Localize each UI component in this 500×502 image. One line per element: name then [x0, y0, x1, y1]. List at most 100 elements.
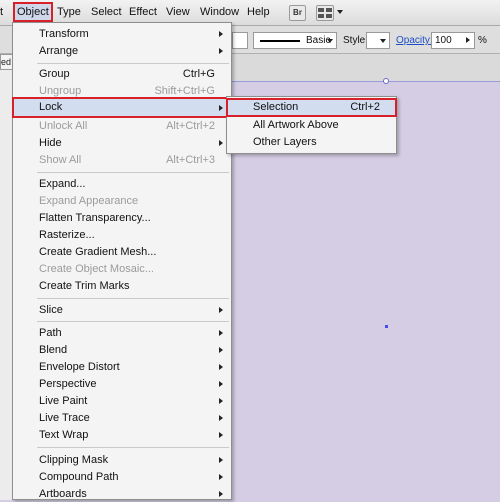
selection-center-point — [385, 325, 388, 328]
chevron-right-icon[interactable] — [466, 37, 470, 43]
menu-item-shortcut: Ctrl+G — [182, 68, 215, 80]
menu-item-lock[interactable]: Lock — [12, 97, 232, 118]
opacity-value: 100 — [435, 35, 452, 46]
menu-item-expand-appearance: Expand Appearance — [13, 193, 231, 209]
menu-item-label: Rasterize... — [39, 229, 95, 241]
stroke-weight-dropdown[interactable] — [232, 32, 248, 49]
menu-window[interactable]: Window — [200, 6, 239, 18]
submenu-item-label: Other Layers — [253, 136, 317, 148]
menu-item-label: Live Paint — [39, 395, 88, 407]
menu-item-show-all: Show All Alt+Ctrl+3 — [13, 152, 231, 168]
style-label: Style: — [343, 35, 369, 46]
submenu-arrow-icon — [219, 105, 223, 111]
menu-separator — [37, 172, 229, 173]
submenu-arrow-icon — [219, 307, 223, 313]
submenu-arrow-icon — [219, 432, 223, 438]
menu-object[interactable]: Object — [13, 2, 53, 22]
submenu-item-selection[interactable]: Selection Ctrl+2 — [226, 98, 397, 117]
submenu-arrow-icon — [219, 347, 223, 353]
arrange-documents-icon[interactable] — [316, 5, 334, 21]
submenu-item-label: Selection — [253, 101, 299, 113]
menu-type[interactable]: Type — [57, 6, 81, 18]
menu-item-label: Expand Appearance — [39, 195, 139, 207]
menu-item-path[interactable]: Path — [13, 325, 231, 341]
submenu-item-other-layers[interactable]: Other Layers — [227, 134, 396, 151]
menu-item-label: Lock — [39, 101, 63, 113]
menu-partial-item[interactable]: t — [0, 6, 3, 18]
menu-item-label: Ungroup — [39, 85, 82, 97]
menu-item-clipping-mask[interactable]: Clipping Mask — [13, 452, 231, 468]
pasteboard — [232, 54, 500, 82]
menu-item-label: Expand... — [39, 178, 86, 190]
menu-item-live-trace[interactable]: Live Trace — [13, 410, 231, 426]
menu-separator — [37, 447, 229, 448]
menu-item-perspective[interactable]: Perspective — [13, 376, 231, 392]
submenu-item-shortcut: Ctrl+2 — [350, 101, 380, 113]
menu-item-create-object-mosaic: Create Object Mosaic... — [13, 261, 231, 277]
menu-item-label: Group — [39, 68, 70, 80]
menu-item-label: Live Trace — [39, 412, 90, 424]
percent-sign: % — [478, 35, 487, 46]
menu-item-group[interactable]: Group Ctrl+G — [13, 66, 231, 82]
menu-help[interactable]: Help — [247, 6, 270, 18]
menu-item-flatten-transparency[interactable]: Flatten Transparency... — [13, 210, 231, 226]
stroke-line-preview — [260, 40, 300, 42]
selection-handle[interactable] — [383, 78, 389, 84]
menu-item-label: Create Gradient Mesh... — [39, 246, 157, 258]
menu-item-compound-path[interactable]: Compound Path — [13, 469, 231, 485]
workspace-dropdown-icon[interactable] — [337, 10, 343, 14]
menu-item-label: Hide — [39, 137, 62, 149]
bridge-label: Br — [293, 8, 302, 17]
submenu-arrow-icon — [219, 48, 223, 54]
submenu-arrow-icon — [219, 381, 223, 387]
artboard-edge — [232, 81, 500, 82]
menu-item-label: Flatten Transparency... — [39, 212, 151, 224]
menu-item-label: Slice — [39, 304, 63, 316]
opacity-input[interactable]: 100 — [431, 32, 475, 49]
menu-item-label: Blend — [39, 344, 68, 356]
menu-item-envelope-distort[interactable]: Envelope Distort — [13, 359, 231, 375]
menu-item-label: Unlock All — [39, 120, 88, 132]
menu-item-label: Compound Path — [39, 471, 119, 483]
menu-item-ungroup: Ungroup Shift+Ctrl+G — [13, 83, 231, 99]
menu-item-text-wrap[interactable]: Text Wrap — [13, 427, 231, 443]
document-tab-label: ed — [1, 57, 12, 67]
menu-item-label: Transform — [39, 28, 89, 40]
menu-item-blend[interactable]: Blend — [13, 342, 231, 358]
menu-item-rasterize[interactable]: Rasterize... — [13, 227, 231, 243]
menu-item-create-gradient-mesh[interactable]: Create Gradient Mesh... — [13, 244, 231, 260]
bridge-button[interactable]: Br — [289, 5, 306, 21]
menu-item-live-paint[interactable]: Live Paint — [13, 393, 231, 409]
menu-separator — [37, 63, 229, 64]
submenu-arrow-icon — [219, 474, 223, 480]
submenu-item-all-artwork-above[interactable]: All Artwork Above — [227, 117, 396, 134]
chevron-down-icon — [327, 39, 333, 43]
menu-item-create-trim-marks[interactable]: Create Trim Marks — [13, 278, 231, 294]
menu-item-label: Envelope Distort — [39, 361, 120, 373]
menu-item-label: Text Wrap — [39, 429, 89, 441]
menu-select[interactable]: Select — [91, 6, 122, 18]
menu-item-arrange[interactable]: Arrange — [13, 43, 231, 59]
menu-item-transform[interactable]: Transform — [13, 26, 231, 42]
graphic-style-dropdown[interactable] — [366, 32, 390, 49]
menu-item-label: Create Trim Marks — [39, 280, 130, 292]
lock-submenu: Selection Ctrl+2 All Artwork Above Other … — [226, 96, 397, 154]
left-panel-strip — [0, 54, 12, 500]
submenu-item-label: All Artwork Above — [253, 119, 339, 131]
menu-item-hide[interactable]: Hide — [13, 135, 231, 151]
menu-item-slice[interactable]: Slice — [13, 302, 231, 318]
submenu-arrow-icon — [219, 457, 223, 463]
menu-item-shortcut: Alt+Ctrl+3 — [166, 154, 215, 166]
submenu-arrow-icon — [219, 415, 223, 421]
submenu-arrow-icon — [219, 140, 223, 146]
menu-item-label: Arrange — [39, 45, 79, 57]
opacity-link[interactable]: Opacity: — [396, 35, 433, 46]
menu-item-shortcut: Shift+Ctrl+G — [154, 85, 215, 97]
menu-item-label: Perspective — [39, 378, 97, 390]
submenu-arrow-icon — [219, 491, 223, 497]
stroke-style-dropdown[interactable]: Basic — [253, 32, 337, 49]
menu-effect[interactable]: Effect — [129, 6, 157, 18]
chevron-down-icon — [380, 39, 386, 43]
menu-view[interactable]: View — [166, 6, 190, 18]
menu-item-expand[interactable]: Expand... — [13, 176, 231, 192]
